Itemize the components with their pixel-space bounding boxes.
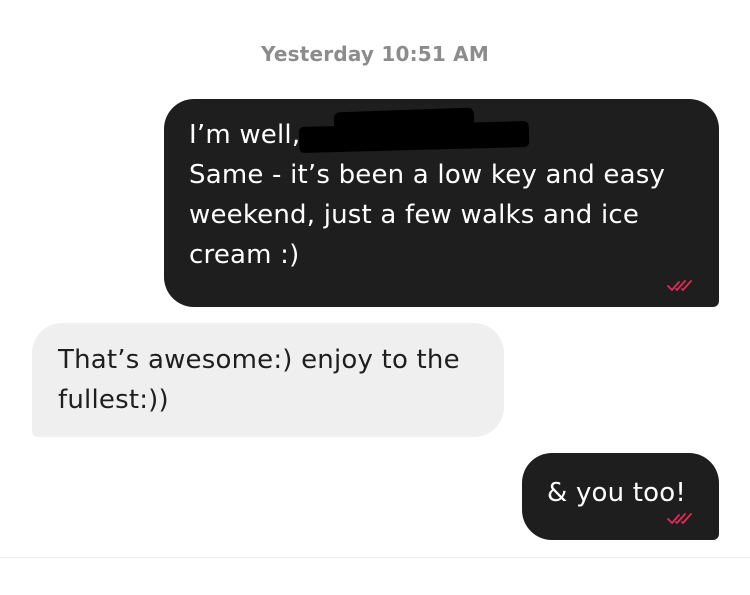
read-receipt-icon xyxy=(667,513,692,524)
message-text-line: fullest:)) xyxy=(58,385,169,415)
incoming-message-bubble[interactable]: That’s awesome:) enjoy to the fullest:)) xyxy=(32,323,504,437)
outgoing-message-bubble[interactable]: & you too! xyxy=(522,453,719,540)
message-text-line: weekend, just a few walks and ice xyxy=(189,200,640,230)
message-text-line: Same - it’s been a low key and easy xyxy=(189,160,666,190)
composer-divider xyxy=(0,557,750,558)
outgoing-message-bubble[interactable]: I’m well, Same - it’s been a low key and… xyxy=(164,99,719,307)
message-timestamp: Yesterday 10:51 AM xyxy=(261,42,489,66)
message-text-line: cream :) xyxy=(189,240,300,270)
message-text-line: That’s awesome:) enjoy to the xyxy=(58,345,460,375)
message-text-line: & you too! xyxy=(547,478,687,508)
read-receipt-icon xyxy=(667,280,692,291)
